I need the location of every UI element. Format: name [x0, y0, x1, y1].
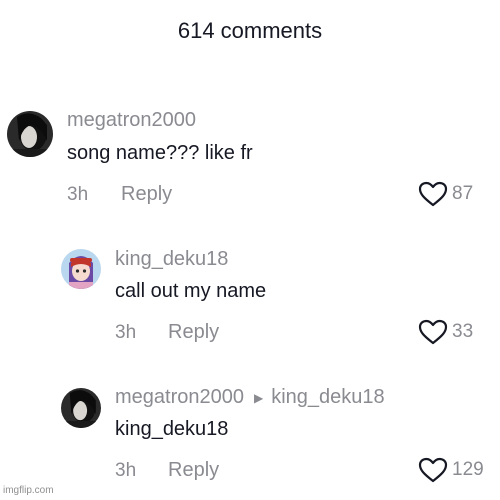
user-avatar[interactable]	[7, 111, 53, 157]
heart-icon	[418, 457, 448, 483]
imgflip-watermark: imgflip.com	[3, 485, 54, 496]
reply-button[interactable]: Reply	[168, 321, 219, 344]
like-button[interactable]: 129	[418, 457, 484, 483]
anime-girl-avatar-icon	[61, 249, 101, 289]
username-link[interactable]: megatron2000	[67, 109, 196, 132]
comment-text: song name??? like fr	[67, 142, 253, 164]
comment-username: megatron2000 ▶ king_deku18	[115, 386, 385, 409]
like-count: 129	[452, 459, 484, 480]
like-button[interactable]: 87	[418, 181, 473, 207]
comment-timestamp: 3h	[67, 184, 89, 205]
comment-text: king_deku18	[115, 418, 229, 440]
like-button[interactable]: 33	[418, 319, 473, 345]
like-count: 87	[452, 183, 474, 204]
reply-button[interactable]: Reply	[121, 183, 172, 206]
like-count: 33	[452, 321, 474, 342]
user-avatar[interactable]	[61, 388, 101, 428]
user-avatar[interactable]	[61, 249, 101, 289]
comment-timestamp: 3h	[115, 322, 137, 343]
comments-count-title: 614 comments	[177, 18, 323, 43]
comment-text: call out my name	[115, 280, 267, 302]
username-link[interactable]: megatron2000	[115, 386, 244, 409]
comment-item: megatron2000 song name??? like fr 3h Rep…	[0, 105, 500, 207]
comment-item: megatron2000 ▶ king_deku18 king_deku18 3…	[0, 382, 500, 483]
reply-button[interactable]: Reply	[168, 459, 219, 482]
comment-timestamp: 3h	[115, 460, 137, 481]
reply-to-username-link[interactable]: king_deku18	[271, 386, 384, 409]
username-link[interactable]: king_deku18	[115, 248, 228, 271]
dark-profile-avatar-icon	[61, 388, 101, 428]
heart-icon	[418, 319, 448, 345]
comment-item: king_deku18 call out my name 3h Reply 33	[0, 244, 500, 345]
comment-username[interactable]: king_deku18	[115, 248, 228, 271]
heart-icon	[418, 181, 448, 207]
reply-to-arrow-icon: ▶	[253, 390, 264, 405]
comment-username[interactable]: megatron2000	[67, 109, 196, 132]
dark-profile-avatar-icon	[7, 111, 53, 157]
